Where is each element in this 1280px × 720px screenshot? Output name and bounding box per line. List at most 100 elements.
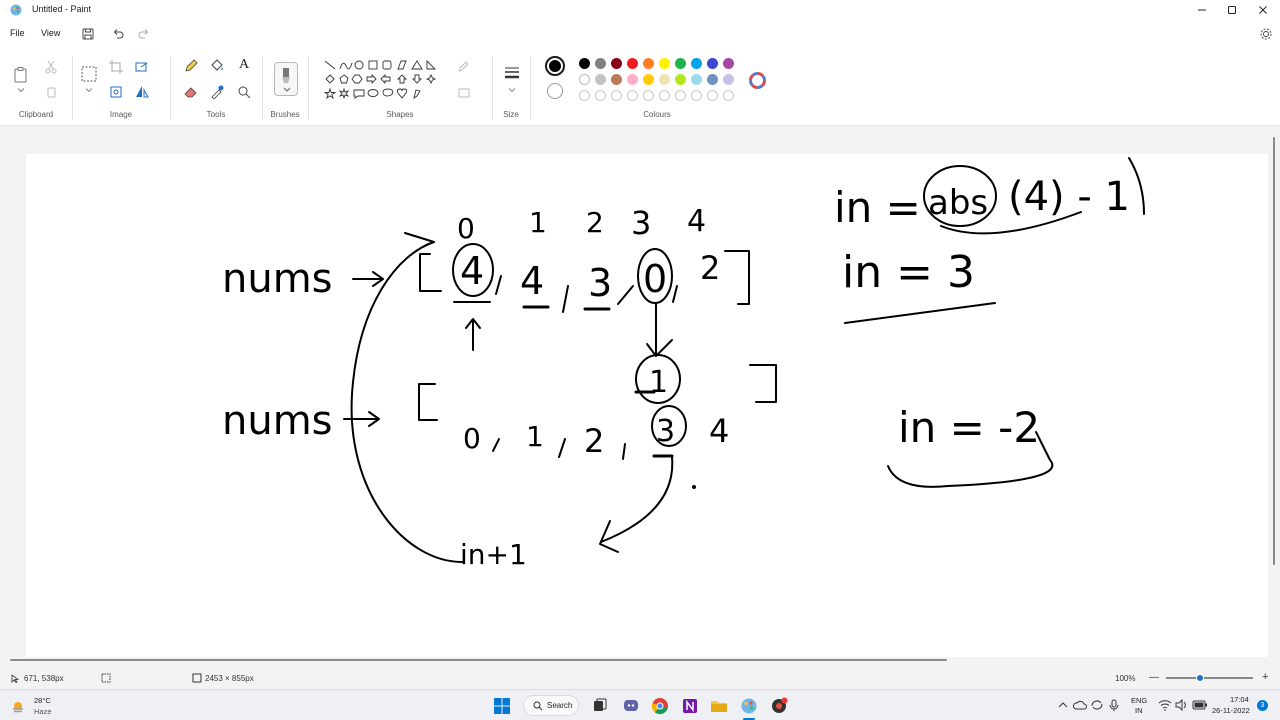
weather-temperature[interactable]: 28°C: [34, 696, 51, 705]
primary-colour-button[interactable]: [545, 56, 565, 76]
taskbar-search-box[interactable]: Search: [523, 695, 579, 716]
empty-colour-swatch[interactable]: [611, 90, 622, 101]
file-explorer-icon[interactable]: [710, 697, 728, 715]
empty-colour-swatch[interactable]: [595, 90, 606, 101]
edit-colours-icon[interactable]: [749, 72, 766, 89]
horizontal-scrollbar[interactable]: [10, 659, 947, 661]
battery-icon[interactable]: [1192, 699, 1208, 711]
eraser-icon[interactable]: [183, 84, 199, 100]
chrome-icon[interactable]: [651, 697, 669, 715]
colour-swatch[interactable]: [643, 74, 654, 85]
paste-icon[interactable]: [12, 66, 30, 84]
undo-icon[interactable]: [111, 27, 125, 41]
colour-picker-icon[interactable]: [209, 84, 225, 100]
empty-colour-swatch[interactable]: [579, 90, 590, 101]
clock-time[interactable]: 17:04: [1230, 695, 1249, 704]
copy-icon[interactable]: [43, 84, 59, 100]
select-icon[interactable]: [80, 65, 98, 83]
colour-swatch[interactable]: [611, 74, 622, 85]
colour-swatch[interactable]: [723, 58, 734, 69]
paint-taskbar-icon[interactable]: [740, 697, 758, 715]
weather-icon[interactable]: [10, 698, 26, 714]
task-view-icon[interactable]: [591, 697, 609, 715]
minimize-button[interactable]: [1186, 0, 1218, 20]
colour-swatch[interactable]: [627, 58, 638, 69]
colour-swatch[interactable]: [595, 74, 606, 85]
crop-icon[interactable]: [108, 59, 124, 75]
resize-icon[interactable]: [134, 59, 150, 75]
freehand-drawing: nums nums 0 1 2 3 4 4 4 3 0 2 0 1 2 3 4 …: [222, 157, 1145, 571]
maximize-button[interactable]: [1216, 0, 1248, 20]
brushes-button[interactable]: [274, 62, 298, 96]
microphone-icon[interactable]: [1108, 699, 1120, 712]
colour-swatch[interactable]: [675, 74, 686, 85]
colour-swatch[interactable]: [659, 58, 670, 69]
flip-icon[interactable]: [134, 84, 150, 100]
onenote-icon[interactable]: [681, 697, 699, 715]
save-icon[interactable]: [81, 27, 95, 41]
colour-swatch[interactable]: [595, 58, 606, 69]
language-code[interactable]: ENG: [1131, 696, 1147, 705]
shape-fill-icon[interactable]: [456, 85, 472, 101]
settings-icon[interactable]: [1259, 27, 1273, 41]
colour-swatch[interactable]: [691, 58, 702, 69]
volume-icon[interactable]: [1175, 699, 1189, 711]
start-windows-icon[interactable]: [493, 697, 511, 715]
sync-icon[interactable]: [1090, 699, 1104, 711]
zoom-slider-thumb[interactable]: [1196, 674, 1204, 682]
size-chevron-down-icon[interactable]: [508, 86, 516, 94]
menu-view[interactable]: View: [41, 28, 60, 38]
wifi-icon[interactable]: [1158, 699, 1172, 711]
shapes-gallery[interactable]: [318, 56, 442, 104]
cut-icon[interactable]: [43, 59, 59, 75]
paste-chevron-down-icon[interactable]: [17, 86, 25, 94]
empty-colour-swatch[interactable]: [659, 90, 670, 101]
brush-icon: [282, 68, 290, 83]
size-icon[interactable]: [503, 66, 521, 80]
notification-badge[interactable]: 3: [1257, 700, 1268, 711]
colour-swatch[interactable]: [675, 58, 686, 69]
app-icon[interactable]: [770, 697, 788, 715]
fill-icon[interactable]: [209, 58, 225, 74]
vertical-scrollbar[interactable]: [1273, 137, 1275, 565]
zoom-slider-track[interactable]: [1166, 677, 1253, 679]
zoom-out-button[interactable]: —: [1149, 672, 1159, 683]
curve-arrow-down: [600, 456, 674, 543]
onedrive-icon[interactable]: [1073, 699, 1087, 711]
text-tool-button[interactable]: A: [236, 57, 252, 73]
redo-icon[interactable]: [137, 27, 151, 41]
close-button[interactable]: [1247, 0, 1279, 20]
colour-swatch[interactable]: [627, 74, 638, 85]
clock-date[interactable]: 26-11-2022: [1212, 706, 1250, 715]
language-region[interactable]: IN: [1135, 706, 1143, 715]
empty-colour-swatch[interactable]: [643, 90, 654, 101]
colour-swatch[interactable]: [707, 74, 718, 85]
colour-swatch[interactable]: [691, 74, 702, 85]
maximize-icon: [1228, 6, 1236, 14]
select-chevron-down-icon[interactable]: [85, 86, 93, 94]
colour-swatch[interactable]: [723, 74, 734, 85]
empty-colour-swatch[interactable]: [707, 90, 718, 101]
outline-icon[interactable]: [456, 59, 472, 75]
colour-swatch[interactable]: [643, 58, 654, 69]
drawing-canvas[interactable]: nums nums 0 1 2 3 4 4 4 3 0 2 0 1 2 3 4 …: [26, 154, 1268, 657]
chevron-up-icon[interactable]: [1058, 701, 1068, 709]
magnifier-icon[interactable]: [236, 84, 252, 100]
secondary-colour-button[interactable]: [547, 83, 563, 99]
rotate-icon[interactable]: [108, 84, 124, 100]
array2-value-3: 3: [656, 414, 675, 449]
empty-colour-swatch[interactable]: [627, 90, 638, 101]
colour-swatch[interactable]: [659, 74, 670, 85]
weather-description[interactable]: Haze: [34, 707, 52, 716]
colour-swatch[interactable]: [611, 58, 622, 69]
zoom-in-button[interactable]: +: [1262, 671, 1268, 683]
menu-file[interactable]: File: [10, 28, 25, 38]
colour-swatch[interactable]: [579, 74, 590, 85]
empty-colour-swatch[interactable]: [675, 90, 686, 101]
teams-chat-icon[interactable]: [622, 697, 640, 715]
empty-colour-swatch[interactable]: [691, 90, 702, 101]
empty-colour-swatch[interactable]: [723, 90, 734, 101]
colour-swatch[interactable]: [579, 58, 590, 69]
colour-swatch[interactable]: [707, 58, 718, 69]
pencil-icon[interactable]: [183, 58, 199, 74]
